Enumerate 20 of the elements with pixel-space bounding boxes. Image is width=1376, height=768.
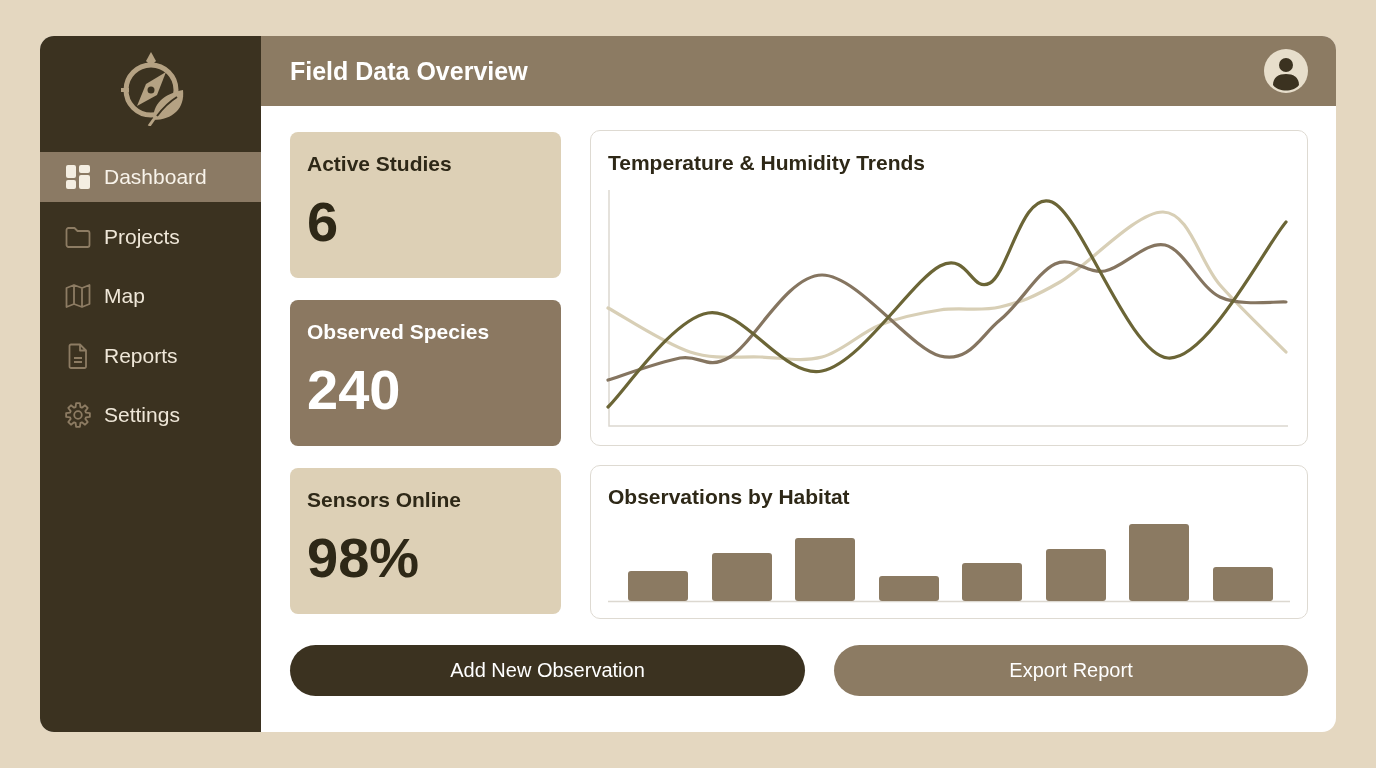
map-icon — [65, 283, 91, 310]
stat-value: 240 — [307, 358, 402, 422]
page-title: Field Data Overview — [290, 56, 528, 86]
stat-label: Observed Species — [307, 320, 491, 344]
nav-item[interactable]: Dashboard — [40, 152, 261, 202]
stat-label: Sensors Online — [307, 488, 463, 512]
nav-item[interactable]: Projects — [40, 211, 261, 262]
stat-value: 6 — [307, 190, 340, 254]
stat-value: 98% — [307, 526, 421, 590]
nav-item[interactable]: Map — [40, 271, 261, 322]
gear-icon — [65, 402, 91, 429]
nav-item[interactable]: Reports — [40, 330, 261, 381]
chart-title: Temperature & Humidity Trends — [608, 150, 926, 175]
export-report-button[interactable]: Export Report — [834, 645, 1308, 696]
add-observation-button[interactable]: Add New Observation — [290, 645, 805, 696]
chart-title: Observations by Habitat — [608, 484, 851, 509]
grid-icon — [65, 164, 91, 190]
nav-item[interactable]: Settings — [40, 390, 261, 441]
stat-label: Active Studies — [307, 152, 453, 176]
avatar-icon[interactable] — [1264, 49, 1308, 93]
